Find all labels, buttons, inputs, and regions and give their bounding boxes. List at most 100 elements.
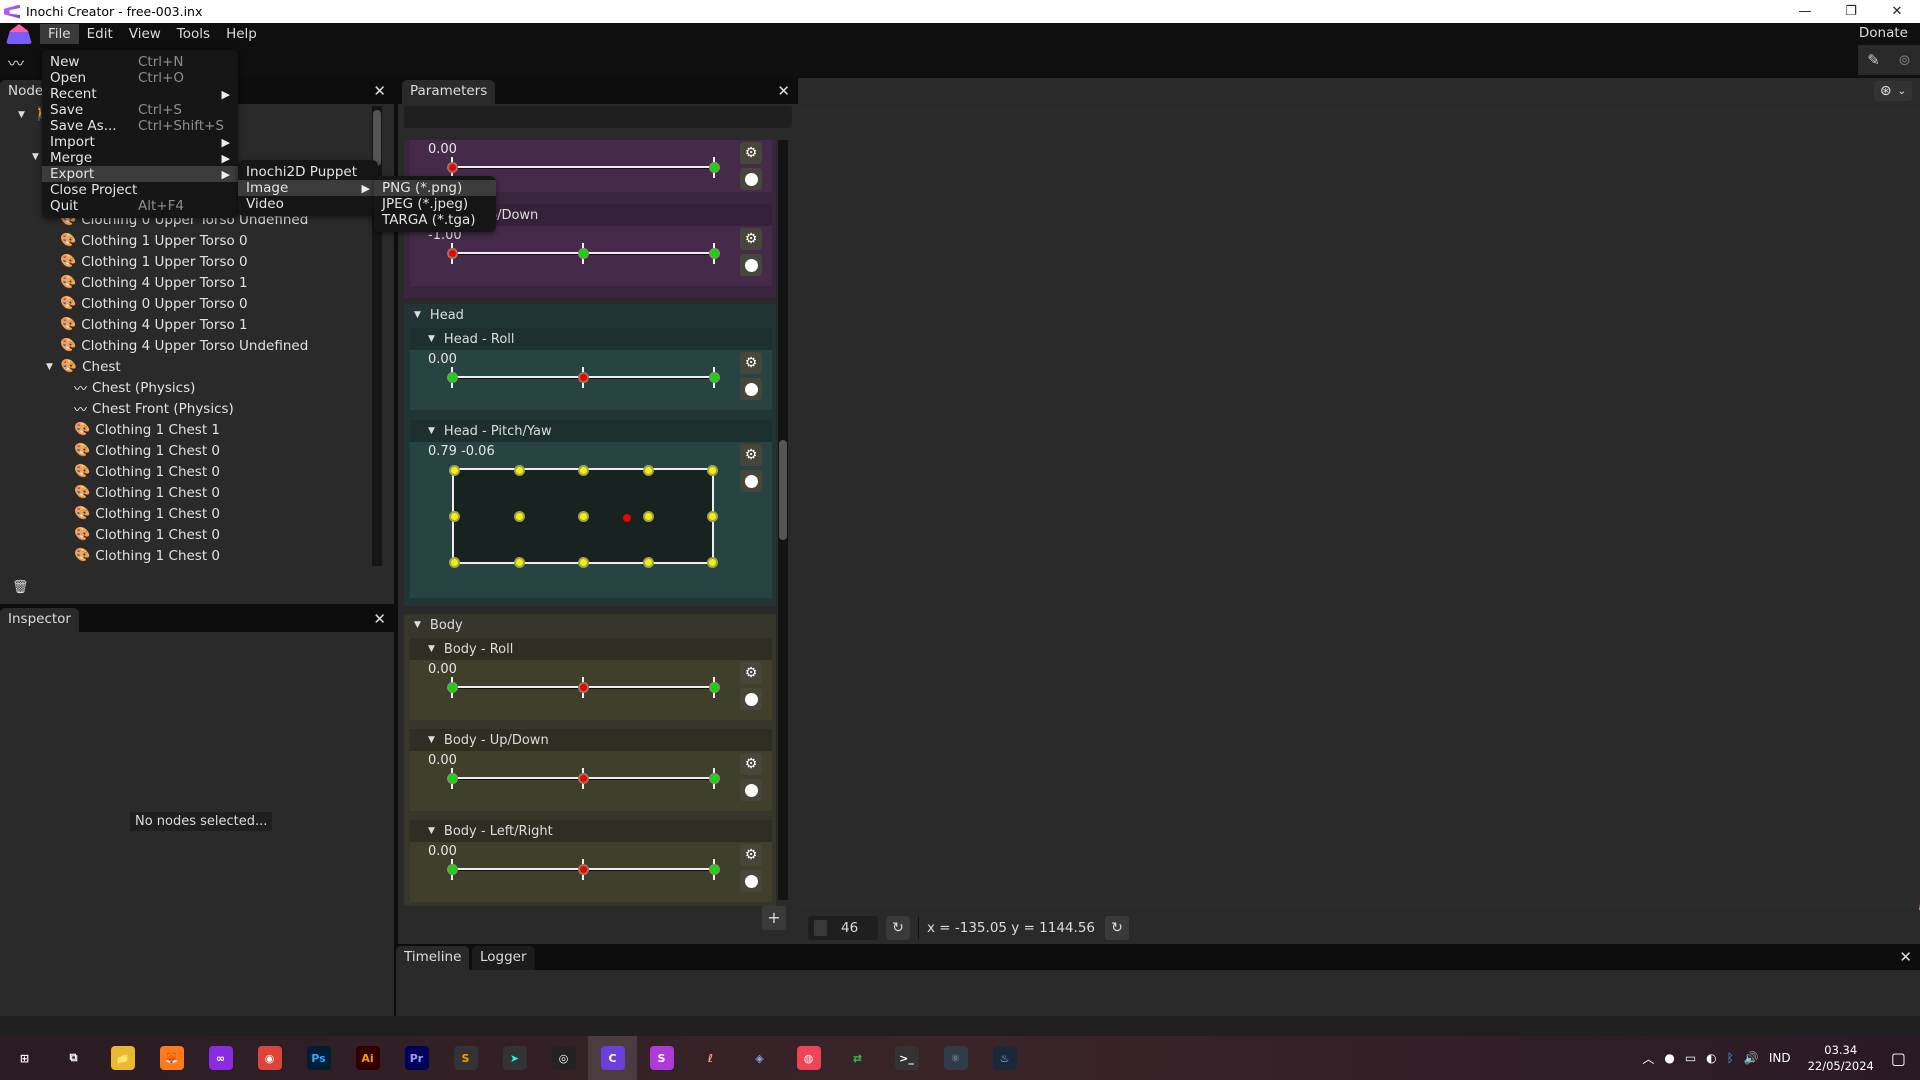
tree-item[interactable]: 🎨 Clothing 1 Upper Torso 0: [46, 230, 248, 251]
image-format-item[interactable]: PNG (*.png): [374, 180, 496, 196]
chevron-down-icon[interactable]: ⌄: [1898, 86, 1906, 97]
close-icon[interactable]: ✕: [1899, 948, 1912, 966]
tab-timeline[interactable]: Timeline: [396, 946, 470, 970]
taskbar-app-obs-studio[interactable]: ◎: [539, 1036, 588, 1080]
menu-item-new[interactable]: New Ctrl+N: [42, 54, 238, 70]
parameter-settings-button[interactable]: ⚙: [740, 753, 762, 775]
close-window-button[interactable]: ✕: [1874, 0, 1920, 23]
keypoint[interactable]: [642, 511, 654, 522]
parameter-slider[interactable]: [447, 367, 720, 388]
keypoint[interactable]: [449, 511, 460, 522]
taskbar-app-terminal-app[interactable]: ➤: [490, 1036, 539, 1080]
puppet-character[interactable]: [1850, 238, 1920, 988]
taskbar-app-inochi-session[interactable]: S: [637, 1036, 686, 1080]
keypoint[interactable]: [578, 682, 589, 693]
image-format-item[interactable]: JPEG (*.jpeg): [374, 196, 496, 212]
taskbar-app-steam[interactable]: ♨: [980, 1036, 1029, 1080]
parameter-slider[interactable]: [447, 677, 720, 698]
tree-item[interactable]: 🎨 Clothing 1 Upper Torso 0: [46, 251, 248, 272]
parameter-settings-button[interactable]: ⚙: [740, 142, 762, 164]
menu-tools[interactable]: Tools: [169, 24, 218, 44]
keypoint[interactable]: [709, 773, 720, 784]
parameter-header[interactable]: ▼ Body - Left/Right: [410, 820, 772, 842]
parameter-header[interactable]: ▼ Body - Roll: [410, 638, 772, 660]
taskbar-app-terminal[interactable]: >_: [882, 1036, 931, 1080]
taskbar-app-electron-app[interactable]: ⚛: [931, 1036, 980, 1080]
expand-arrow-icon[interactable]: ▼: [428, 826, 435, 836]
taskbar-app-firefox[interactable]: 🦊: [147, 1036, 196, 1080]
taskbar-app-illustrator[interactable]: Ai: [343, 1036, 392, 1080]
donate-button[interactable]: Donate: [1859, 25, 1908, 41]
record-keypoint-button[interactable]: [740, 168, 762, 190]
physics-toggle-icon[interactable]: 〰: [8, 50, 24, 74]
record-keypoint-button[interactable]: [740, 779, 762, 801]
link-icon[interactable]: ⊚: [1898, 51, 1911, 69]
close-icon[interactable]: ✕: [373, 610, 386, 628]
taskbar-app-sublime-text[interactable]: S: [441, 1036, 490, 1080]
tab-parameters[interactable]: Parameters: [402, 80, 496, 104]
tree-item[interactable]: 🎨 Clothing 1 Chest 0: [60, 545, 220, 566]
parameter-slider[interactable]: [447, 243, 720, 264]
record-keypoint-button[interactable]: [740, 688, 762, 710]
menu-item-merge[interactable]: Merge ▶: [42, 150, 238, 166]
record-keypoint-button[interactable]: [740, 378, 762, 400]
tree-item[interactable]: 🎨 Clothing 1 Chest 0: [60, 461, 220, 482]
volume-icon[interactable]: 🔊: [1744, 1051, 1759, 1065]
tab-logger[interactable]: Logger: [472, 946, 535, 970]
parameter-settings-button[interactable]: ⚙: [740, 352, 762, 374]
tree-item[interactable]: ▼ 🎨 Chest: [46, 356, 121, 377]
clock[interactable]: 03.34 22/05/2024: [1808, 1042, 1874, 1074]
expand-arrow-icon[interactable]: ▼: [428, 426, 435, 436]
keypoint[interactable]: [447, 682, 458, 693]
keypoint[interactable]: [447, 773, 458, 784]
keypoint[interactable]: [707, 511, 718, 522]
keypoint[interactable]: [578, 511, 589, 522]
tree-item[interactable]: 🎨 Clothing 4 Upper Torso Undefined: [46, 335, 308, 356]
tree-item[interactable]: 〰 Chest (Physics): [60, 377, 195, 398]
expand-arrow-icon[interactable]: ▼: [428, 644, 435, 654]
taskbar-app-task-view[interactable]: ⧉: [49, 1036, 98, 1080]
keypoint[interactable]: [447, 162, 458, 173]
expand-arrow-icon[interactable]: ▼: [32, 152, 39, 162]
minimize-button[interactable]: —: [1782, 0, 1828, 23]
image-format-item[interactable]: TARGA (*.tga): [374, 212, 496, 228]
taskbar-app-live-app[interactable]: ℓ: [686, 1036, 735, 1080]
menu-help[interactable]: Help: [218, 24, 265, 44]
parameter-slider[interactable]: [447, 157, 720, 178]
taskbar-app-start[interactable]: ⊞: [0, 1036, 49, 1080]
taskbar-app-inochi-creator[interactable]: C: [588, 1036, 637, 1080]
add-parameter-button[interactable]: +: [762, 906, 786, 930]
current-value-marker[interactable]: [622, 513, 631, 522]
parameter-settings-button[interactable]: ⚙: [740, 444, 762, 466]
taskbar-app-file-explorer[interactable]: 📁: [98, 1036, 147, 1080]
menu-item-save-as[interactable]: Save As... Ctrl+Shift+S: [42, 118, 238, 134]
menu-item-quit[interactable]: Quit Alt+F4: [42, 198, 238, 214]
chevron-up-icon[interactable]: ︿: [1642, 1050, 1654, 1067]
taskbar-app-messenger[interactable]: ∞: [196, 1036, 245, 1080]
record-keypoint-button[interactable]: [740, 470, 762, 492]
zoom-field[interactable]: 46: [808, 916, 878, 940]
tree-item[interactable]: 🎨 Clothing 1 Chest 0: [60, 524, 220, 545]
trash-icon[interactable]: 🗑: [12, 580, 29, 595]
expand-arrow-icon[interactable]: ▼: [428, 334, 435, 344]
expand-arrow-icon[interactable]: ▼: [18, 110, 25, 120]
tab-inspector[interactable]: Inspector: [0, 608, 79, 632]
taskbar-app-game-app[interactable]: ◍: [784, 1036, 833, 1080]
expand-arrow-icon[interactable]: ▼: [46, 362, 53, 372]
parameter-settings-button[interactable]: ⚙: [740, 228, 762, 250]
keypoint[interactable]: [447, 248, 458, 259]
tree-item[interactable]: 🎨 Clothing 0 Upper Torso 0: [46, 293, 248, 314]
bluetooth-icon[interactable]: ᛒ: [1727, 1051, 1734, 1065]
keypoint[interactable]: [642, 557, 654, 568]
keypoint[interactable]: [709, 162, 720, 173]
keypoint[interactable]: [709, 682, 720, 693]
keypoint[interactable]: [578, 557, 589, 568]
taskbar-app-photoshop[interactable]: Ps: [294, 1036, 343, 1080]
menu-item-export[interactable]: Export ▶: [42, 166, 238, 182]
viewport[interactable]: [800, 78, 1920, 988]
parameter-header[interactable]: ▼ Head - Pitch/Yaw: [410, 420, 772, 442]
pitch-yaw-grid[interactable]: [449, 465, 718, 568]
tree-item[interactable]: 🎨 Clothing 4 Upper Torso 1: [46, 314, 248, 335]
tree-item[interactable]: 🎨 Clothing 1 Chest 0: [60, 440, 220, 461]
tree-item[interactable]: 🎨 Clothing 1 Chest 1: [60, 419, 220, 440]
